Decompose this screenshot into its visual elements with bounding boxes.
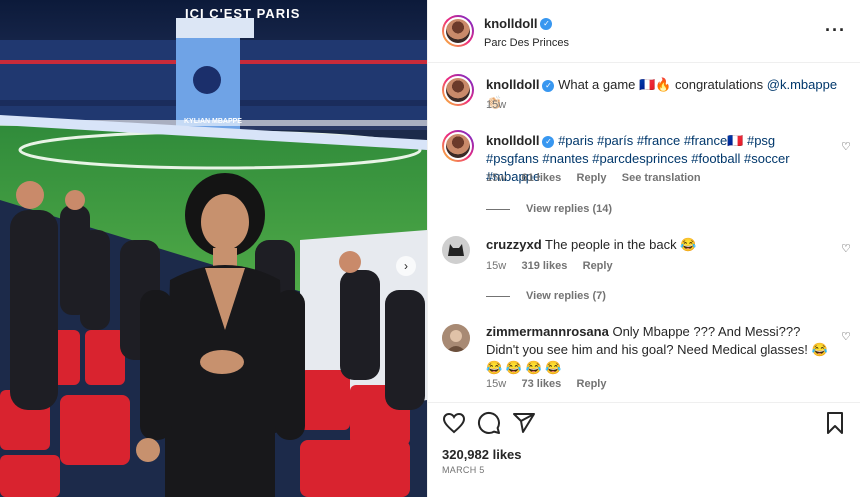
post-location[interactable]: Parc Des Princes [484, 37, 569, 49]
comment-username[interactable]: knolldoll [486, 133, 539, 148]
caption-username[interactable]: knolldoll [486, 77, 539, 92]
view-replies-label: View replies (14) [526, 203, 613, 215]
caption-time[interactable]: 15w [486, 99, 506, 111]
comment-username[interactable]: cruzzyxd [486, 237, 542, 252]
caption-mention[interactable]: @k.mbappe [767, 77, 837, 92]
comment: zimmermannrosana Only Mbappe ??? And Mes… [486, 323, 831, 377]
banner-player-name: KYLIAN MBAPPE [184, 118, 242, 125]
caption-avatar[interactable] [442, 74, 474, 106]
action-bar [428, 402, 860, 443]
view-replies-label: View replies (7) [526, 290, 606, 302]
comment-heart-icon[interactable]: ♡ [841, 242, 851, 255]
share-icon[interactable] [512, 411, 536, 435]
comment-meta: 15w 61 likes Reply See translation [486, 172, 701, 184]
caption: knolldoll ✓ What a game 🇫🇷🔥 congratulatio… [486, 76, 846, 112]
author-username[interactable]: knolldoll [484, 16, 537, 31]
verified-icon: ✓ [542, 135, 555, 148]
post-date[interactable]: MARCH 5 [442, 465, 485, 475]
comment-meta: 15w 73 likes Reply [486, 378, 606, 390]
comment-time[interactable]: 15w [486, 378, 506, 390]
more-icon[interactable]: ··· [825, 20, 846, 41]
heart-icon[interactable] [442, 411, 466, 435]
comment-text: The people in the back 😂 [545, 237, 697, 252]
verified-icon: ✓ [540, 17, 553, 30]
replies-divider [486, 208, 510, 210]
post-details-panel: knolldoll ✓ Parc Des Princes ··· knolldol… [427, 0, 860, 497]
author-block: knolldoll ✓ Parc Des Princes [484, 15, 569, 49]
user-avatar-icon [442, 324, 470, 352]
author-avatar[interactable] [442, 15, 474, 47]
bookmark-icon[interactable] [824, 411, 846, 435]
batman-avatar-icon [442, 236, 470, 264]
comment-likes[interactable]: 73 likes [521, 378, 561, 390]
reply-button[interactable]: Reply [577, 172, 607, 184]
see-translation-button[interactable]: See translation [622, 172, 701, 184]
comment-time[interactable]: 15w [486, 172, 506, 184]
comment-username[interactable]: zimmermannrosana [486, 324, 609, 339]
comment-avatar[interactable] [442, 236, 470, 264]
banner-text: ICI C'EST PARIS [185, 6, 301, 21]
comment-avatar[interactable] [442, 324, 470, 352]
comment-heart-icon[interactable]: ♡ [841, 330, 851, 343]
view-replies-button[interactable]: View replies (7) [486, 290, 606, 302]
comment-avatar[interactable] [442, 130, 474, 162]
carousel-next-icon[interactable]: › [396, 256, 416, 276]
verified-icon: ✓ [542, 79, 555, 92]
caption-text: What a game 🇫🇷🔥 congratulations [558, 77, 764, 92]
replies-divider [486, 295, 510, 297]
comment-likes[interactable]: 319 likes [521, 260, 567, 272]
post-header: knolldoll ✓ Parc Des Princes ··· [428, 0, 860, 63]
comment: cruzzyxd The people in the back 😂 [486, 236, 696, 254]
comment-meta: 15w 319 likes Reply [486, 260, 613, 272]
comment-icon[interactable] [477, 411, 501, 435]
comment-heart-icon[interactable]: ♡ [841, 140, 851, 153]
likes-count[interactable]: 320,982 likes [442, 447, 522, 462]
comment-time[interactable]: 15w [486, 260, 506, 272]
comment-likes[interactable]: 61 likes [521, 172, 561, 184]
reply-button[interactable]: Reply [583, 260, 613, 272]
reply-button[interactable]: Reply [577, 378, 607, 390]
post-media[interactable]: › ICI C'EST PARIS KYLIAN MBAPPE [0, 0, 427, 497]
post-photo [0, 0, 427, 497]
view-replies-button[interactable]: View replies (14) [486, 203, 612, 215]
